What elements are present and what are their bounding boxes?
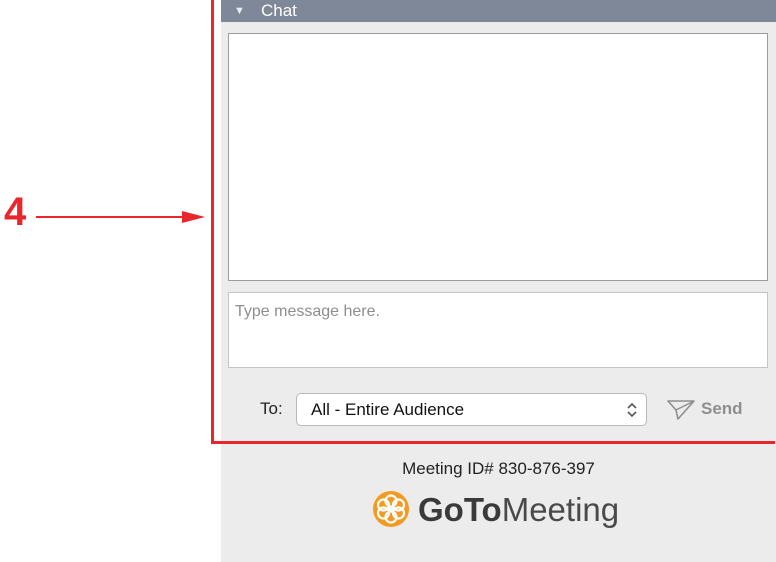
callout-arrow [36, 211, 205, 223]
meeting-id: Meeting ID# 830-876-397 [402, 459, 595, 478]
highlight-frame [211, 0, 775, 444]
brand-bold: GoTo [418, 491, 502, 528]
brand-regular: Meeting [501, 491, 620, 528]
brand-wordmark: GoToMeeting [418, 491, 619, 529]
footer: Meeting ID# 830-876-397 GoToMeeting [221, 447, 776, 562]
gotomeeting-flower-icon [373, 491, 409, 527]
gotomeeting-logo: GoToMeeting [371, 489, 631, 529]
